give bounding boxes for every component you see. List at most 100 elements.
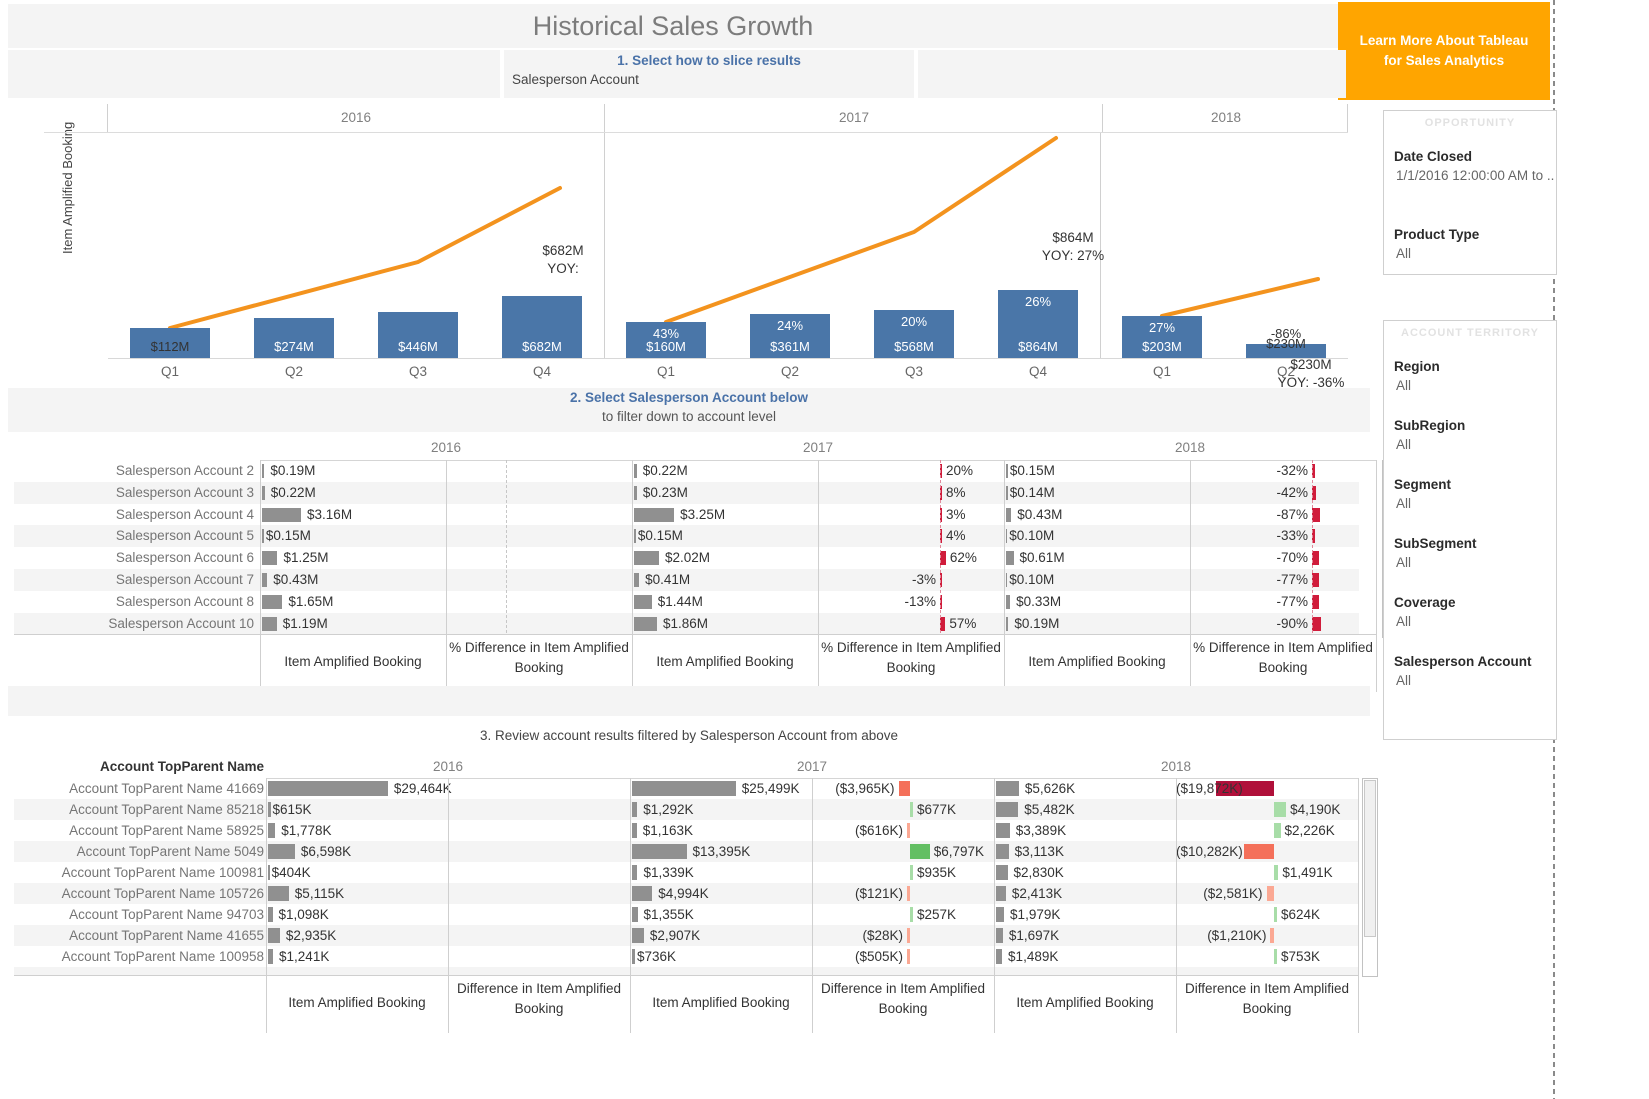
chart-bar[interactable] bbox=[750, 314, 830, 358]
booking-2018-bar bbox=[996, 928, 1003, 943]
salesperson-row-label[interactable]: Salesperson Account 8 bbox=[14, 591, 254, 613]
historical-sales-bar-chart[interactable]: Item Amplified Booking 2016 2017 2018 $1… bbox=[8, 104, 1348, 390]
salesperson-row-label[interactable]: Salesperson Account 2 bbox=[14, 460, 254, 482]
learn-more-cta-button[interactable]: Learn More About Tableau for Sales Analy… bbox=[1338, 2, 1550, 100]
chart-bar[interactable] bbox=[502, 296, 582, 358]
table-row[interactable]: Account TopParent Name 58925 $1,778K $1,16… bbox=[14, 820, 1359, 841]
account-row-label[interactable]: Account TopParent Name 100981 bbox=[14, 862, 264, 883]
booking-2017-value: $1,292K bbox=[643, 802, 694, 817]
booking-2018-bar bbox=[996, 844, 1009, 859]
salesperson-row-label[interactable]: Salesperson Account 4 bbox=[14, 504, 254, 526]
slice-selector-panel[interactable]: 1. Select how to slice results Salespers… bbox=[504, 50, 914, 98]
diff-2017-bar bbox=[898, 781, 910, 796]
opportunity-filter-value[interactable]: 1/1/2016 12:00:00 AM to .. bbox=[1396, 168, 1554, 183]
chart-bar[interactable] bbox=[254, 318, 334, 358]
salesperson-row-label[interactable]: Salesperson Account 3 bbox=[14, 482, 254, 504]
middle-table-body[interactable]: Salesperson Account 2 $0.19M $0.22M 20% $0.1… bbox=[14, 460, 1377, 636]
account-row-label[interactable]: Account TopParent Name 41669 bbox=[14, 778, 264, 799]
bottom-table-body[interactable]: Account TopParent Name 41669 $29,464K $25,… bbox=[14, 778, 1359, 976]
account-territory-filter-value[interactable]: All bbox=[1396, 496, 1411, 511]
middle-foot-divider-4 bbox=[1004, 634, 1005, 693]
chart-yoy-annotation: $230M YOY: -36% bbox=[1256, 356, 1366, 392]
chart-bar[interactable] bbox=[998, 290, 1078, 358]
table-row[interactable]: Account TopParent Name 100981 $404K $1,339… bbox=[14, 862, 1359, 883]
account-territory-filter-panel[interactable]: ACCOUNT TERRITORY Region All SubRegion All S… bbox=[1383, 320, 1557, 740]
table-row[interactable]: Salesperson Account 10 $1.19M $1.86M 57% $0.… bbox=[14, 612, 1359, 635]
booking-2018-value: $2,830K bbox=[1013, 865, 1064, 880]
table-row[interactable]: Salesperson Account 2 $0.19M $0.22M 20% $0.1… bbox=[14, 460, 1359, 482]
salesperson-row-label[interactable]: Salesperson Account 6 bbox=[14, 547, 254, 569]
account-row-label[interactable]: Account TopParent Name 41655 bbox=[14, 925, 264, 946]
salesperson-row-label[interactable]: Salesperson Account 7 bbox=[14, 569, 254, 591]
table-row[interactable]: Account TopParent Name 100958 $1,241K $736… bbox=[14, 946, 1359, 967]
bottom-scrollbar-thumb[interactable] bbox=[1364, 780, 1376, 937]
table-row[interactable]: Salesperson Account 7 $0.43M $0.41M -3% $0.1… bbox=[14, 568, 1359, 591]
account-territory-filter-name: Salesperson Account bbox=[1394, 654, 1532, 669]
opportunity-filter-value[interactable]: All bbox=[1396, 246, 1411, 261]
slice-selected-value[interactable]: Salesperson Account bbox=[512, 72, 639, 87]
booking-2017-bar bbox=[634, 529, 636, 544]
bottom-year-2018: 2018 bbox=[994, 756, 1358, 779]
salesperson-row-label[interactable]: Salesperson Account 5 bbox=[14, 525, 254, 547]
salesperson-account-table[interactable]: 2016 2017 2018 Salesperson Account 2 $0.19M $… bbox=[14, 436, 1398, 693]
account-row-label[interactable]: Account TopParent Name 85218 bbox=[14, 799, 264, 820]
table-row[interactable]: Account TopParent Name 41669 $29,464K $25,… bbox=[14, 778, 1359, 799]
booking-2018-bar bbox=[1006, 551, 1014, 566]
diff-2018-value: ($2,581K) bbox=[1203, 886, 1263, 901]
diff-2018-bar bbox=[1266, 886, 1274, 901]
bottom-col-divider-6 bbox=[1358, 778, 1359, 975]
table-row[interactable]: Salesperson Account 4 $3.16M $3.25M 3% $0.43… bbox=[14, 504, 1359, 526]
account-territory-filter-value[interactable]: All bbox=[1396, 555, 1411, 570]
account-row-label[interactable]: Account TopParent Name 58925 bbox=[14, 820, 264, 841]
booking-2016-value: $615K bbox=[272, 802, 312, 817]
chart-year-sep-3 bbox=[1347, 104, 1348, 132]
chart-bar[interactable] bbox=[378, 312, 458, 358]
chart-x-tick: Q1 bbox=[1152, 364, 1171, 379]
table-row[interactable]: Account TopParent Name 94703 $1,098K $1,35… bbox=[14, 904, 1359, 925]
account-row-label[interactable]: Account TopParent Name 5049 bbox=[14, 841, 264, 862]
bottom-table-scrollbar[interactable] bbox=[1362, 778, 1378, 977]
chart-bar[interactable] bbox=[626, 322, 706, 358]
chart-bar[interactable] bbox=[1122, 316, 1202, 358]
table-row[interactable]: Account TopParent Name 85218 $615K $1,292K… bbox=[14, 799, 1359, 820]
middle-col-divider-2 bbox=[1004, 460, 1005, 635]
chart-bar[interactable] bbox=[874, 310, 954, 358]
middle-measure-divider-1 bbox=[818, 460, 819, 635]
table-row[interactable]: Account TopParent Name 41655 $2,935K $2,90… bbox=[14, 925, 1359, 946]
booking-2016-bar bbox=[268, 781, 388, 796]
table-row[interactable]: Account TopParent Name 105726 $5,115K $4,9… bbox=[14, 883, 1359, 904]
bottom-foot-divider-2 bbox=[630, 975, 631, 1033]
bottom-corner-header: Account TopParent Name bbox=[99, 759, 264, 774]
account-territory-filter-value[interactable]: All bbox=[1396, 378, 1411, 393]
chart-bar[interactable] bbox=[130, 328, 210, 358]
booking-2016-bar bbox=[262, 594, 283, 609]
diff-2018-bar bbox=[1274, 802, 1287, 817]
table-row[interactable]: Salesperson Account 3 $0.22M $0.23M 8% $0.14… bbox=[14, 481, 1359, 504]
bottom-year-2016: 2016 bbox=[266, 756, 630, 779]
diff-2018-value: $624K bbox=[1281, 907, 1321, 922]
account-topparent-table[interactable]: Account TopParent Name 2016 2017 2018 Accoun… bbox=[14, 756, 1378, 1033]
account-row-label[interactable]: Account TopParent Name 100958 bbox=[14, 946, 264, 967]
account-territory-filter-value[interactable]: All bbox=[1396, 614, 1411, 629]
salesperson-row-label[interactable]: Salesperson Account 10 bbox=[14, 613, 254, 635]
account-row-label[interactable]: Account TopParent Name 94703 bbox=[14, 904, 264, 925]
pctdiff-2017-value: 62% bbox=[949, 550, 977, 566]
account-territory-filter-value[interactable]: All bbox=[1396, 673, 1411, 688]
table-row[interactable]: Salesperson Account 5 $0.15M $0.15M 4% $0.10… bbox=[14, 525, 1359, 548]
table-row[interactable]: Salesperson Account 8 $1.65M $1.44M -13% $0.… bbox=[14, 591, 1359, 613]
diff-2018-value: ($1,210K) bbox=[1207, 928, 1267, 943]
account-territory-filter-value[interactable]: All bbox=[1396, 437, 1411, 452]
middle-measure-header-row: Item Amplified Booking % Difference in It… bbox=[14, 634, 1377, 693]
booking-2018-bar bbox=[1006, 616, 1009, 631]
chart-plot-area[interactable]: $112M Q1 $274M Q2 $446M Q3 $682M Q4 43% $160M Q1 24… bbox=[108, 132, 1348, 379]
bottom-year-2017: 2017 bbox=[630, 756, 994, 779]
booking-2016-value: $6,598K bbox=[300, 844, 352, 859]
booking-2016-bar bbox=[268, 907, 273, 922]
table-row[interactable]: Salesperson Account 6 $1.25M $2.02M 62% $0.6… bbox=[14, 547, 1359, 569]
middle-col-divider-3 bbox=[1376, 460, 1377, 635]
account-row-label[interactable]: Account TopParent Name 105726 bbox=[14, 883, 264, 904]
booking-2018-value: $0.10M bbox=[1009, 528, 1055, 544]
table-row[interactable]: Account TopParent Name 5049 $6,598K $13,39… bbox=[14, 841, 1359, 862]
middle-col-divider-0 bbox=[260, 460, 261, 635]
opportunity-filter-panel[interactable]: OPPORTUNITY Date Closed 1/1/2016 12:00:00… bbox=[1383, 110, 1557, 275]
